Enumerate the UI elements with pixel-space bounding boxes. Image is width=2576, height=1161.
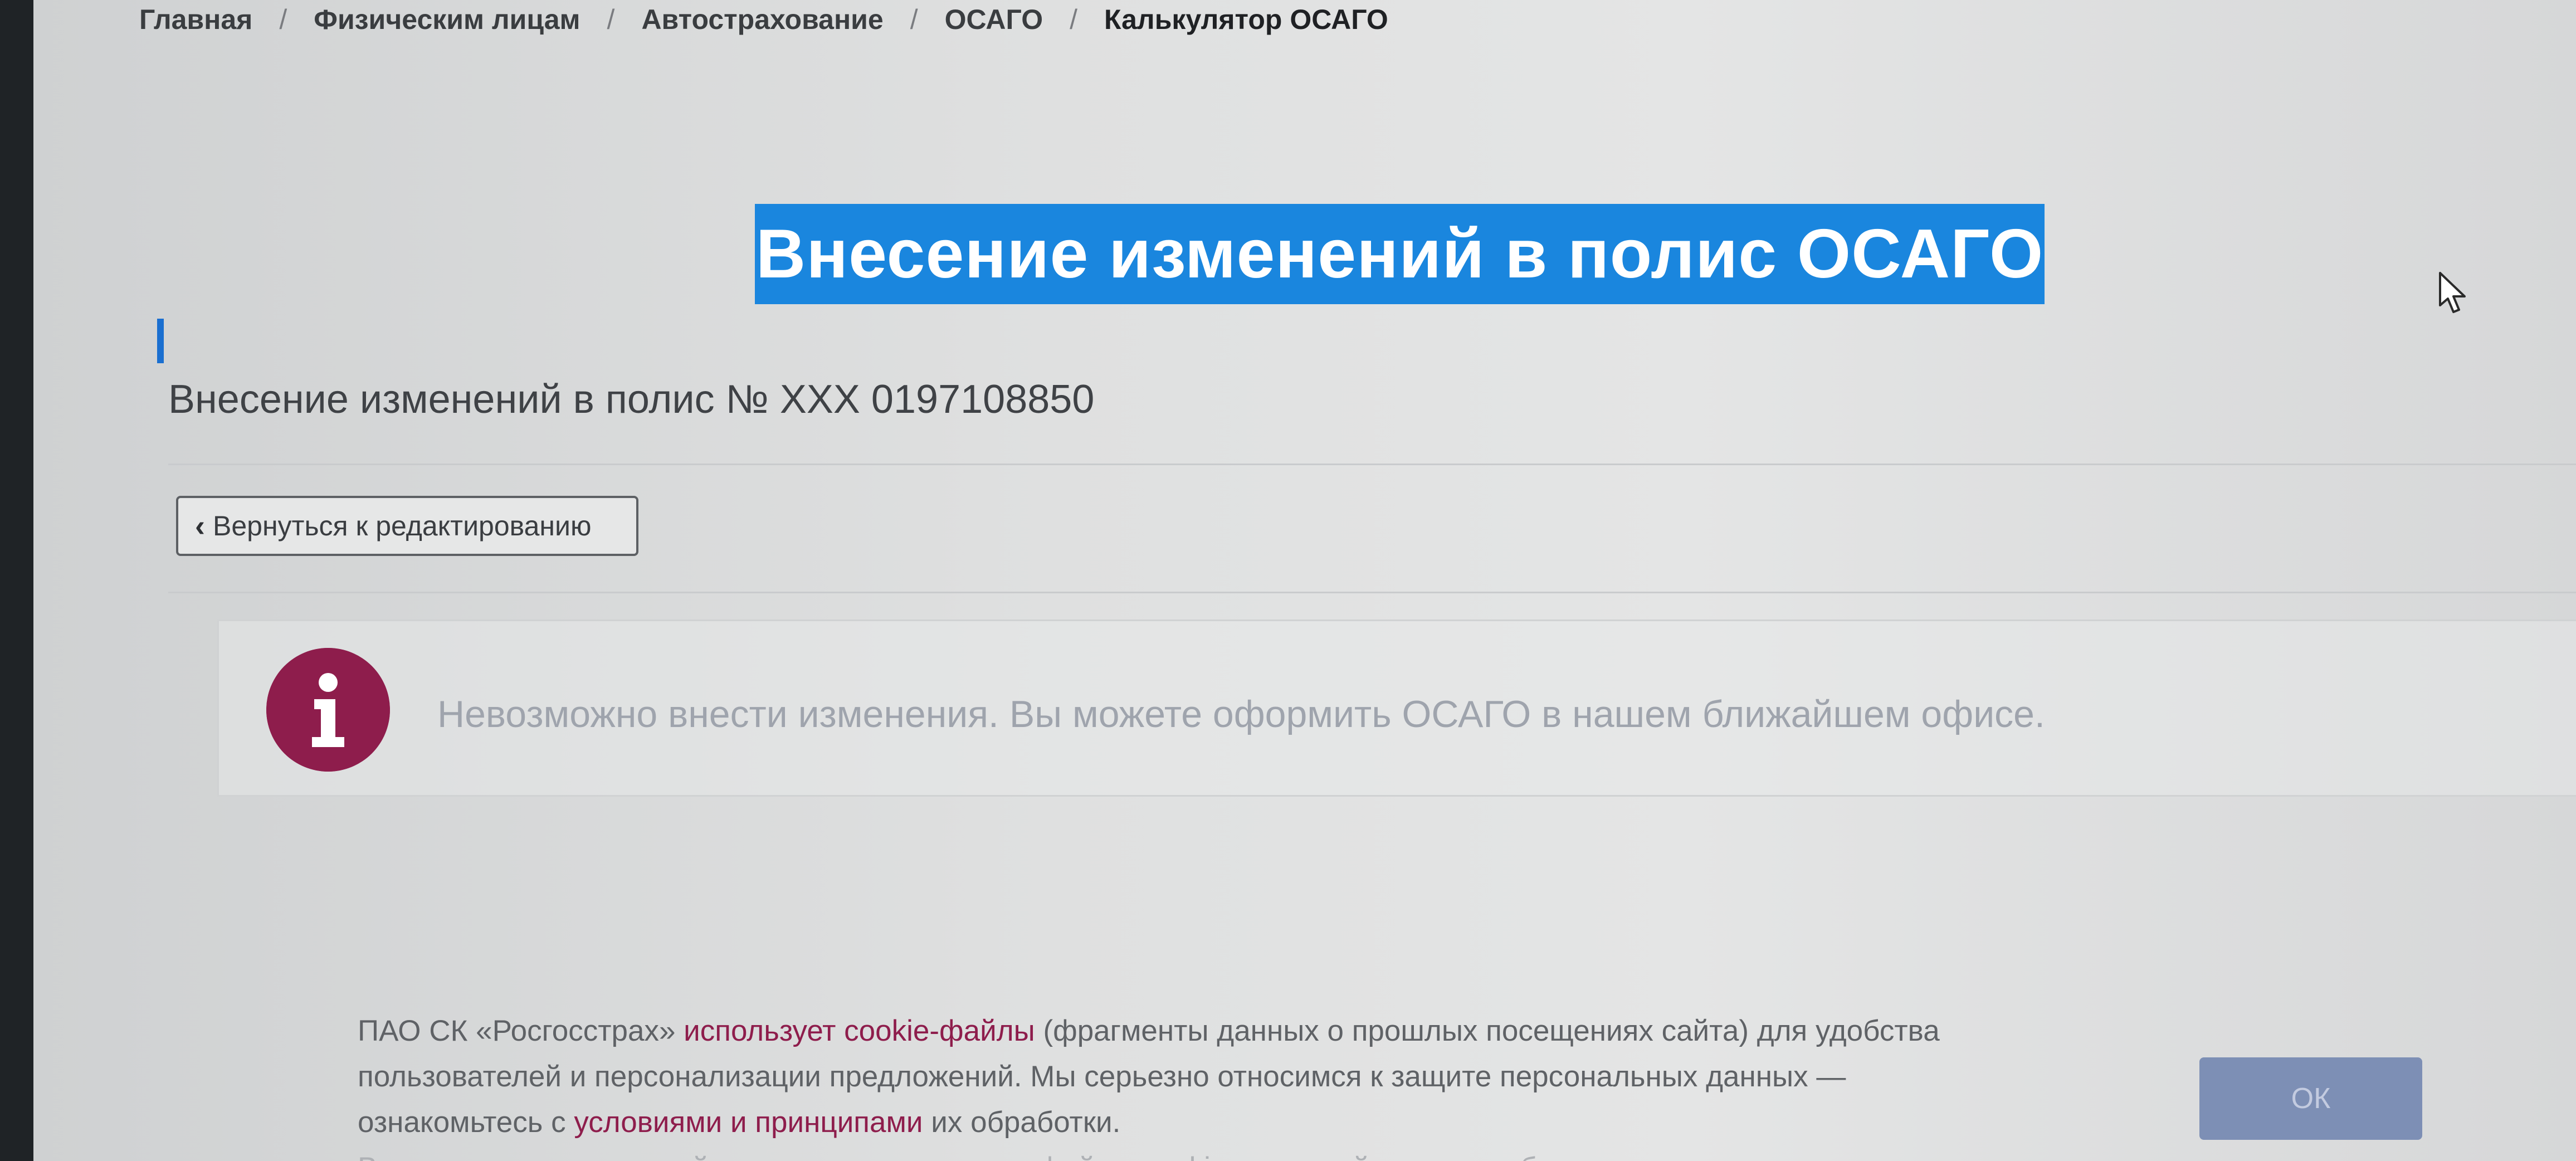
cookie-line-2: пользователей и персонализации предложен… — [358, 1060, 1846, 1093]
cookie-line-4: Вы можете запретить сайтам сохранять и ч… — [358, 1145, 2140, 1161]
cookie-line-1: ПАО СК «Росгосстрах» использует cookie-ф… — [358, 1008, 2140, 1054]
breadcrumb-item-osago[interactable]: ОСАГО — [945, 3, 1043, 36]
mouse-pointer-icon — [2439, 272, 2466, 313]
breadcrumb-item-auto-insurance[interactable]: Автострахование — [641, 3, 883, 36]
breadcrumb-item-current: Калькулятор ОСАГО — [1104, 4, 1388, 35]
cookie-company: ПАО СК «Росгосстрах» — [358, 1014, 676, 1047]
chevron-left-icon: ‹ — [195, 509, 205, 543]
cookie-line-3: ознакомьтесь с условиями и принципами их… — [358, 1100, 2140, 1145]
monitor-bezel — [0, 0, 33, 1161]
breadcrumb-separator: / — [1070, 4, 1077, 35]
browser-viewport: Главная / Физическим лицам / Автострахов… — [33, 0, 2576, 1161]
breadcrumb-item-individuals[interactable]: Физическим лицам — [314, 3, 580, 36]
terms-link[interactable]: условиями и принципами — [574, 1106, 923, 1139]
alert-message: Невозможно внести изменения. Вы можете о… — [437, 693, 2045, 735]
back-button-label: Вернуться к редактированию — [212, 510, 592, 542]
cookie-line1-rest: (фрагменты данных о прошлых посещениях с… — [1043, 1014, 1940, 1047]
breadcrumb: Главная / Физическим лицам / Автострахов… — [139, 3, 1388, 36]
divider — [168, 464, 2576, 465]
breadcrumb-separator: / — [279, 4, 287, 35]
breadcrumb-item-home[interactable]: Главная — [139, 3, 252, 36]
info-icon — [266, 648, 390, 772]
policy-number-heading: Внесение изменений в полис № ХХХ 0197108… — [168, 377, 1095, 422]
cookie-line3-start: ознакомьтесь с — [358, 1106, 566, 1139]
breadcrumb-separator: / — [607, 4, 615, 35]
breadcrumb-separator: / — [910, 4, 918, 35]
cookie-banner-text: ПАО СК «Росгосстрах» использует cookie-ф… — [358, 1008, 2140, 1161]
page-title-selection: Внесение изменений в полис ОСАГО — [755, 204, 2045, 304]
cookie-files-link[interactable]: использует cookie-файлы — [684, 1014, 1035, 1047]
text-cursor — [157, 319, 164, 363]
alert-box: Невозможно внести изменения. Вы можете о… — [217, 619, 2576, 797]
back-to-editing-button[interactable]: ‹ Вернуться к редактированию — [176, 496, 638, 556]
cookie-ok-button[interactable]: ОК — [2199, 1057, 2422, 1140]
divider — [168, 592, 2576, 593]
page-title: Внесение изменений в полис ОСАГО — [755, 216, 2044, 292]
cookie-line3-end: их обработки. — [931, 1106, 1121, 1139]
